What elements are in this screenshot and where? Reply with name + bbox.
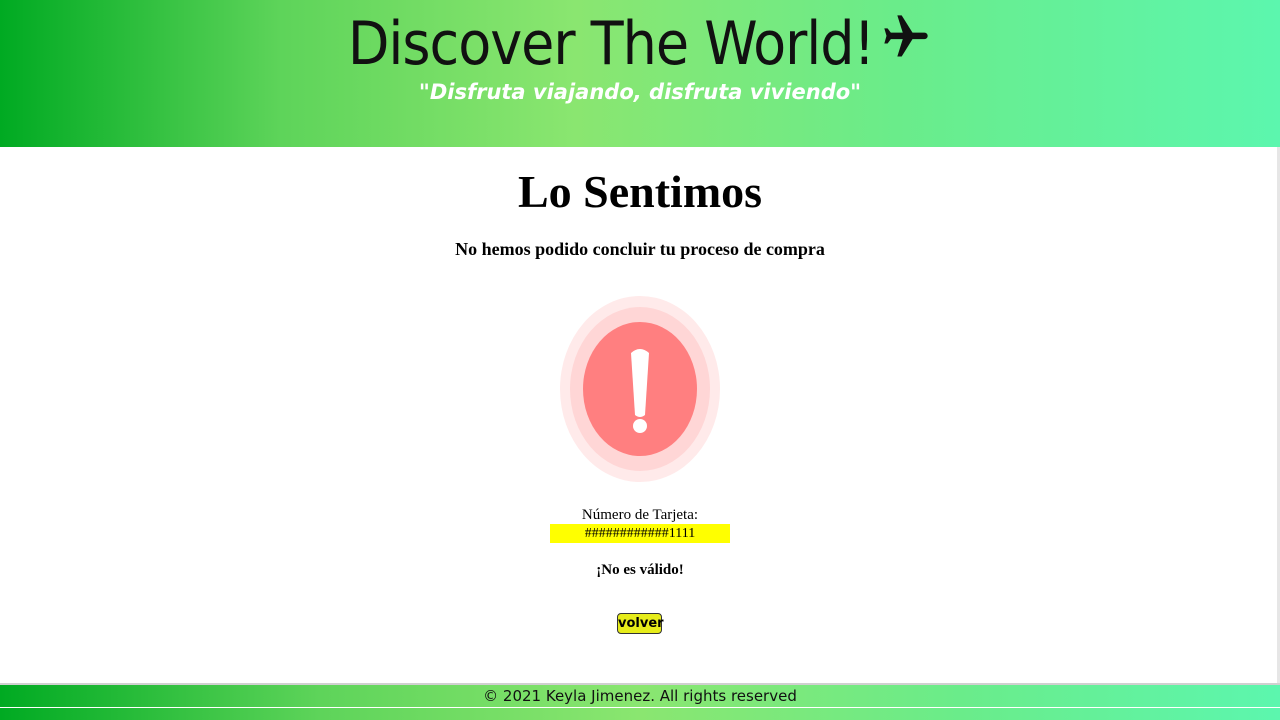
back-button[interactable]: volver	[617, 613, 664, 634]
site-tagline: "Disfruta viajando, disfruta viviendo"	[418, 80, 862, 104]
invalid-message: ¡No es válido!	[596, 562, 684, 578]
site-title-text: Discover The World!	[347, 9, 875, 79]
exclamation-alert-icon	[559, 295, 721, 483]
error-subtitle: No hemos podido concluir tu proceso de c…	[455, 239, 825, 259]
footer-divider	[0, 707, 1280, 708]
site-title: Discover The World!	[0, 8, 1280, 83]
site-header: Discover The World! "Disfruta viajando, …	[0, 0, 1280, 147]
site-footer: © 2021 Keyla Jimenez. All rights reserve…	[0, 683, 1280, 720]
page-title: Lo Sentimos	[517, 166, 763, 217]
footer-copyright: © 2021 Keyla Jimenez. All rights reserve…	[483, 687, 797, 705]
airplane-icon	[880, 7, 932, 79]
card-number-label: Número de Tarjeta:	[581, 507, 699, 523]
card-number-value: ############1111	[550, 524, 730, 543]
